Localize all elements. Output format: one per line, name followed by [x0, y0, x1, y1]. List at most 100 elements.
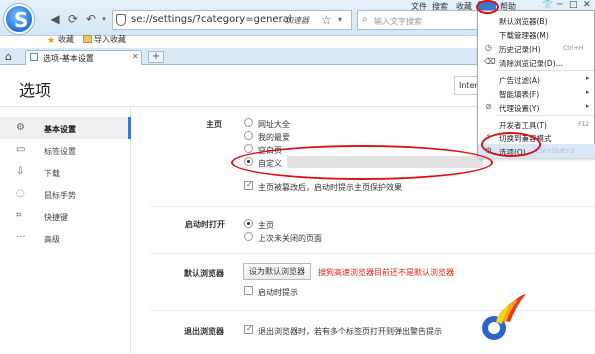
skin-icon[interactable]: 👕: [542, 0, 553, 10]
radio-homepage-favorites[interactable]: [244, 131, 253, 140]
sidebar-item-label: 下载: [44, 169, 60, 178]
refresh-icon[interactable]: ⟳: [66, 12, 80, 26]
sidebar-item-label: 鼠标手势: [44, 191, 76, 200]
download-icon: ⇩: [16, 166, 25, 177]
option-label: 我的最爱: [258, 133, 290, 142]
sidebar-item-mouse-gesture[interactable]: ◌ 鼠标手势: [0, 183, 131, 205]
mouse-icon: ◌: [16, 188, 25, 199]
star-icon[interactable]: ☆: [321, 13, 332, 27]
exit-browser-label: 退出浏览器: [184, 327, 224, 336]
menu-favorites[interactable]: 收藏: [456, 1, 472, 12]
watermark-logo-icon: [482, 294, 526, 340]
more-icon: ···: [16, 232, 26, 243]
homepage-protect-checkbox[interactable]: [244, 180, 253, 190]
menu-item-default-browser[interactable]: 默认浏览器(B): [478, 13, 595, 27]
menu-item-label: 智能填表(F): [499, 90, 540, 99]
back-icon[interactable]: ◀: [48, 12, 62, 26]
menu-separator: [496, 70, 594, 71]
menu-separator: [496, 115, 594, 116]
divider: [150, 206, 595, 207]
address-bar[interactable]: se://settings/?category=general 加速器 ☆ ▾: [112, 10, 352, 30]
set-default-browser-button[interactable]: 设为默认浏览器: [243, 263, 311, 280]
chevron-right-icon: ▸: [586, 74, 590, 82]
menu-item-label: 历史记录(H): [499, 45, 541, 54]
close-tab-icon[interactable]: ✕: [132, 52, 139, 61]
bookmark-favorites[interactable]: ★ 收藏: [47, 34, 74, 46]
menu-item-clear-history[interactable]: ⌫ 清除浏览记录(D)...: [478, 55, 595, 69]
menu-item-label: 广告过滤(A): [499, 76, 540, 85]
divider: [150, 253, 595, 254]
accelerator-button[interactable]: 加速器: [285, 15, 309, 26]
page-title: 选项: [19, 81, 52, 100]
option-label: 主页: [258, 221, 274, 230]
sidebar-item-label: 基本设置: [44, 125, 76, 134]
settings-favicon-icon: [30, 53, 38, 61]
sidebar-item-download[interactable]: ⇩ 下载: [0, 161, 131, 183]
maximize-icon[interactable]: □: [569, 0, 578, 10]
chevron-right-icon: ▸: [586, 88, 590, 96]
folder-icon: [83, 35, 92, 43]
sidebar-item-advanced[interactable]: ··· 高级: [0, 227, 131, 249]
settings-sidebar: ⚙ 基本设置 ▭ 标签设置 ⇩ 下载 ◌ 鼠标手势 ⌗ 快捷键 ··· 高级: [0, 107, 131, 354]
sidebar-item-tabs[interactable]: ▭ 标签设置: [0, 139, 131, 161]
option-label: 上次未关闭的页面: [258, 234, 322, 243]
star-icon: ★: [47, 36, 56, 46]
menu-item-shortcut: Ctrl+H: [563, 45, 584, 52]
radio-homepage-blank[interactable]: [244, 144, 253, 153]
exit-warning-checkbox[interactable]: [244, 324, 253, 334]
security-icon: [116, 14, 126, 26]
radio-startup-home[interactable]: [244, 219, 253, 228]
menu-file[interactable]: 文件: [411, 1, 427, 12]
sidebar-item-label: 标签设置: [44, 147, 76, 156]
history-icon: ◷: [485, 43, 492, 52]
menu-item-label: 代理设置(Y): [499, 104, 540, 113]
sidebar-item-shortcuts[interactable]: ⌗ 快捷键: [0, 205, 131, 227]
undo-icon[interactable]: ↶: [84, 12, 98, 26]
chevron-down-icon[interactable]: ▾: [338, 15, 342, 24]
menu-item-label: 默认浏览器(B): [499, 17, 548, 26]
chevron-right-icon: ▸: [586, 102, 590, 110]
proxy-icon: ⊘: [485, 102, 492, 111]
clear-icon: ⌫: [484, 57, 496, 66]
menu-item-autofill[interactable]: 智能填表(F) ▸: [478, 86, 595, 100]
menu-item-label: 下载管理器(M): [499, 31, 549, 40]
menu-item-proxy[interactable]: ⊘ 代理设置(Y) ▸: [478, 100, 595, 114]
menu-item-ad-filter[interactable]: 广告过滤(A) ▸: [478, 72, 595, 86]
menu-item-download-manager[interactable]: 下载管理器(M): [478, 27, 595, 41]
close-icon[interactable]: ✕: [583, 0, 591, 10]
menu-item-shortcut: F12: [578, 121, 590, 128]
startup-prompt-label: 启动时提示: [258, 288, 298, 297]
startup-prompt-checkbox[interactable]: [244, 286, 253, 295]
bookmark-import[interactable]: 导入收藏: [83, 34, 126, 45]
option-label: 网址大全: [258, 120, 290, 129]
minimize-icon[interactable]: ─: [557, 0, 562, 10]
bookmark-label: 导入收藏: [94, 35, 126, 44]
homepage-label: 主页: [206, 120, 222, 129]
exit-warning-label: 退出浏览器时，若有多个标签页打开则弹出警告提示: [258, 327, 442, 336]
menu-search[interactable]: 搜索: [432, 1, 448, 12]
new-tab-button[interactable]: +: [148, 51, 164, 63]
address-url[interactable]: se://settings/?category=general: [131, 14, 292, 25]
shortcut-icon: ⌗: [16, 210, 22, 221]
default-browser-warning: 搜狗高速浏览器目前还不是默认浏览器: [318, 268, 454, 277]
chevron-down-icon[interactable]: ▾: [97, 12, 111, 26]
startup-label: 启动时打开: [185, 220, 225, 229]
default-browser-label: 默认浏览器: [184, 269, 224, 278]
browser-logo-icon[interactable]: S: [4, 4, 34, 34]
annotation-ring-options: [481, 132, 541, 157]
radio-startup-last-session[interactable]: [244, 232, 253, 241]
search-input[interactable]: 输入文字搜索: [374, 16, 422, 27]
search-box[interactable]: ⌕ 输入文字搜索: [357, 10, 480, 30]
sidebar-item-label: 快捷键: [44, 213, 68, 222]
sidebar-item-basic[interactable]: ⚙ 基本设置: [0, 117, 131, 139]
radio-homepage-nav[interactable]: [244, 118, 253, 127]
menu-item-shortcut: Ctrl+Shift+S: [536, 148, 575, 155]
home-icon[interactable]: ⌂: [5, 50, 12, 63]
tab-settings[interactable]: 选项-基本设置 ✕: [25, 50, 142, 65]
homepage-protect-label: 主页被篡改后，启动时提示主页保护效果: [258, 183, 402, 192]
tab-label: 选项-基本设置: [43, 54, 94, 63]
menu-item-dev-tools[interactable]: 开发者工具(T) F12: [478, 117, 595, 131]
tab-icon: ▭: [16, 144, 26, 155]
menu-item-history[interactable]: ◷ 历史记录(H) Ctrl+H: [478, 41, 595, 55]
bookmark-label: 收藏: [58, 35, 74, 44]
